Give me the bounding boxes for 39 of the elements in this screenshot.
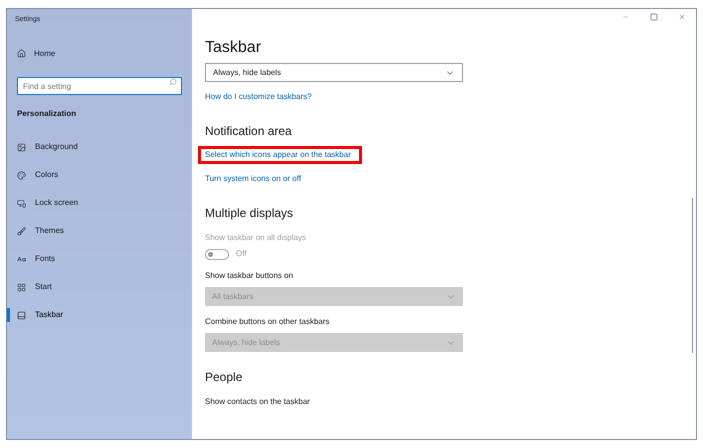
nav-item[interactable]: Start <box>17 281 56 293</box>
taskbar-icon <box>17 310 26 320</box>
dropdown-value: Always, hide labels <box>212 336 280 348</box>
link[interactable]: Select which icons appear on the taskbar <box>198 146 362 164</box>
setting-label: Show taskbar buttons on <box>205 270 294 282</box>
screen-icon <box>17 198 26 208</box>
grid-icon <box>17 282 26 292</box>
dropdown[interactable]: Always, hide labels <box>205 63 463 82</box>
setting-label: Combine buttons on other taskbars <box>205 316 331 328</box>
palette-icon <box>17 170 26 180</box>
toggle-label: Off <box>236 248 247 260</box>
section-heading: People <box>205 369 244 386</box>
section-heading: Notification area <box>205 123 293 140</box>
section-title: Personalization <box>17 108 78 120</box>
nav-item[interactable]: Themes <box>17 225 68 237</box>
section-heading: Multiple displays <box>205 205 294 222</box>
nav-item[interactable]: Colors <box>17 169 62 181</box>
dropdown-value: Always, hide labels <box>213 66 282 78</box>
home-link[interactable]: Home <box>17 48 56 60</box>
scrollbar[interactable] <box>692 198 693 353</box>
nav-item[interactable]: Background <box>17 141 82 153</box>
font-icon <box>17 254 26 264</box>
search-icon <box>169 78 177 86</box>
link[interactable]: How do I customize taskbars? <box>198 88 319 106</box>
maximize-icon[interactable] <box>650 13 658 21</box>
setting-label: Show contacts on the taskbar <box>205 396 311 408</box>
brush-icon <box>17 226 26 236</box>
nav-item[interactable]: Taskbar <box>17 309 68 321</box>
dropdown-value: All taskbars <box>212 290 254 302</box>
nav-item[interactable]: Lock screen <box>17 197 82 209</box>
home-icon <box>17 49 26 58</box>
link[interactable]: Turn system icons on or off <box>198 170 308 188</box>
page-title: Taskbar <box>205 38 262 58</box>
close-icon[interactable] <box>678 13 686 21</box>
nav-item[interactable]: Fonts <box>17 253 60 265</box>
search-field[interactable]: Find a setting <box>17 77 182 95</box>
selection-indicator <box>7 308 10 322</box>
setting-label: Show taskbar on all displays <box>205 232 307 244</box>
image-icon <box>17 142 26 152</box>
